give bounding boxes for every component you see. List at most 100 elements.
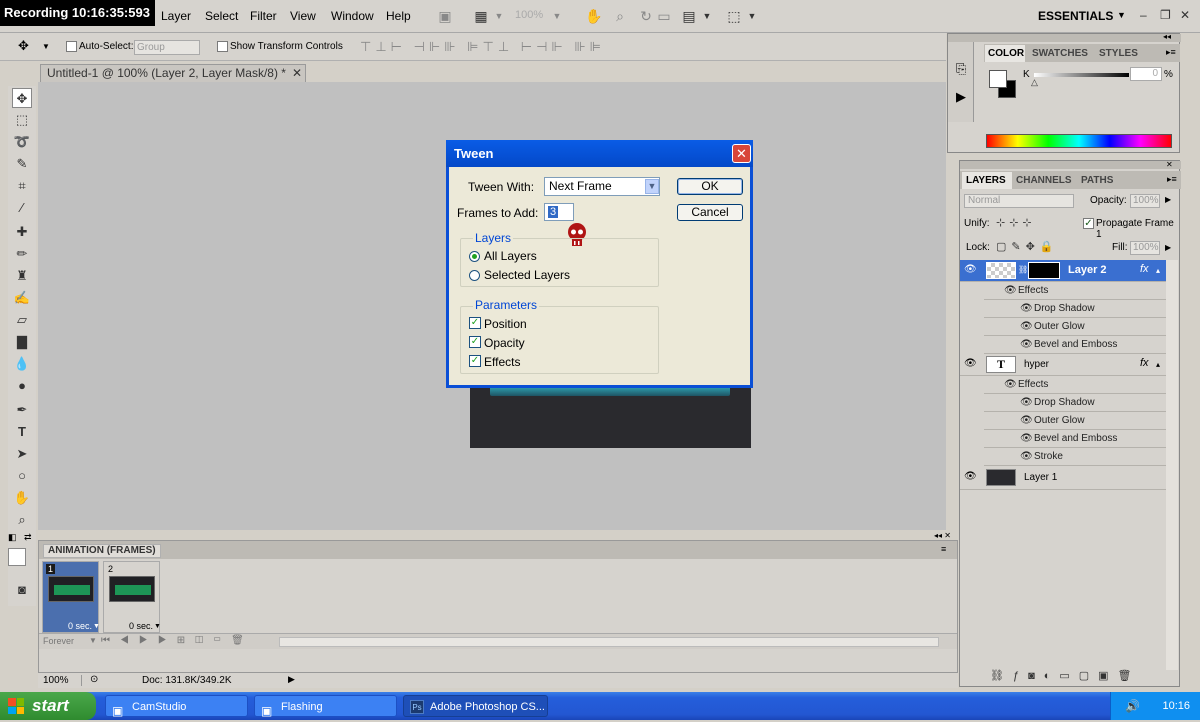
chevron-down-icon[interactable]: ▼ — [42, 42, 50, 51]
chevron-down-icon[interactable]: ▼ — [154, 623, 161, 630]
collapse-icon[interactable]: ◂◂ ✕ — [934, 531, 951, 540]
menu-help[interactable]: Help — [386, 9, 411, 23]
close-icon[interactable]: ✕ — [732, 144, 751, 163]
status-icon[interactable]: ⊙ — [90, 674, 98, 685]
move-tool-icon[interactable]: ✥ — [18, 38, 29, 54]
k-value-input[interactable]: 0 — [1130, 67, 1162, 81]
eye-icon[interactable]: 👁 — [1020, 339, 1033, 350]
playback-icons[interactable]: ⏮◀▶▶⊞◫▭🗑 — [101, 635, 254, 646]
chevron-down-icon[interactable]: ▼ — [698, 7, 716, 25]
slider-thumb-icon[interactable]: △ — [1031, 77, 1038, 88]
show-transform-checkbox[interactable] — [217, 40, 228, 52]
layer-mask-thumbnail[interactable] — [1028, 262, 1060, 279]
close-icon[interactable]: ✕ — [292, 66, 302, 80]
tween-with-select[interactable]: Next Frame ▼ — [544, 177, 660, 196]
panel-menu-icon[interactable]: ▸≡ — [1167, 174, 1177, 185]
effect-row-stroke[interactable]: 👁 Stroke — [984, 448, 1166, 466]
fx-icon[interactable]: fx — [1140, 263, 1149, 275]
selected-layers-radio[interactable] — [469, 269, 480, 281]
menu-window[interactable]: Window — [331, 9, 374, 23]
menu-layer[interactable]: Layer — [161, 9, 191, 23]
eye-icon[interactable]: 👁 — [1004, 379, 1017, 390]
marquee-tool-icon[interactable]: ⬚ — [12, 110, 32, 130]
unify-icons[interactable]: ⊹⊹⊹ — [996, 216, 1036, 229]
gradient-tool-icon[interactable]: ▇ — [12, 332, 32, 352]
position-checkbox[interactable]: ✓ — [469, 317, 481, 330]
tab-swatches[interactable]: SWATCHES — [1032, 48, 1088, 59]
workspace-switcher[interactable]: ESSENTIALS — [1038, 9, 1113, 23]
taskbar-item-photoshop[interactable]: Ps Adobe Photoshop CS... — [403, 695, 548, 717]
taskbar-item-flashing[interactable]: ▣ Flashing — [254, 695, 397, 718]
start-button[interactable]: start — [0, 692, 96, 720]
rotate-view-icon[interactable]: ↻ — [637, 7, 655, 25]
foreground-swatch[interactable] — [989, 70, 1007, 88]
healing-brush-icon[interactable]: ✚ — [12, 222, 32, 242]
loop-select[interactable]: Forever — [43, 636, 74, 646]
eyedropper-icon[interactable]: ⁄ — [12, 198, 32, 218]
ok-button[interactable]: OK — [677, 178, 743, 195]
frame-delay[interactable]: 0 sec. — [129, 621, 153, 631]
eye-icon[interactable]: 👁 — [964, 264, 977, 275]
swap-colors-icon[interactable]: ⇄ — [24, 532, 32, 543]
eye-icon[interactable]: 👁 — [1020, 303, 1033, 314]
dodge-tool-icon[interactable]: ● — [12, 376, 32, 396]
hand-tool-icon[interactable]: ✋ — [12, 488, 32, 508]
layer-row-layer2[interactable]: 👁 ⛓ Layer 2 fx ▴ — [960, 260, 1166, 282]
opacity-checkbox[interactable]: ✓ — [469, 336, 481, 349]
effect-row-bevel[interactable]: 👁 Bevel and Emboss — [984, 430, 1166, 448]
chevron-down-icon[interactable]: ▼ — [1117, 10, 1126, 20]
propagate-checkbox[interactable] — [1083, 217, 1094, 229]
foreground-color[interactable] — [8, 548, 26, 566]
tab-animation[interactable]: ANIMATION (FRAMES) — [43, 544, 161, 558]
animation-frame[interactable]: 1 0 sec. ▼ — [42, 561, 100, 633]
menu-select[interactable]: Select — [205, 9, 238, 23]
eraser-icon[interactable]: ▱ — [12, 310, 32, 330]
chevron-right-icon[interactable]: ▶ — [288, 674, 295, 685]
all-layers-radio[interactable] — [469, 250, 480, 262]
zoom-level[interactable]: 100% — [515, 9, 543, 21]
k-slider[interactable] — [1034, 73, 1129, 77]
panel-menu-icon[interactable]: ≡ — [941, 544, 946, 554]
fx-icon[interactable]: fx — [1140, 357, 1149, 369]
path-select-icon[interactable]: ➤ — [12, 444, 32, 464]
cancel-button[interactable]: Cancel — [677, 204, 743, 221]
menu-filter[interactable]: Filter — [250, 9, 277, 23]
frames-scrollbar[interactable] — [279, 637, 939, 647]
eye-icon[interactable]: 👁 — [1020, 433, 1033, 444]
frame-delay[interactable]: 0 sec. — [68, 621, 92, 631]
chevron-down-icon[interactable]: ▼ — [743, 7, 761, 25]
tab-layers[interactable]: LAYERS — [962, 172, 1012, 189]
type-tool-icon[interactable]: T — [12, 422, 32, 442]
zoom-status[interactable]: 100% — [43, 675, 82, 686]
frames-to-add-input[interactable]: 3 — [544, 203, 574, 221]
brush-tool-icon[interactable]: ✏ — [12, 244, 32, 264]
layers-scrollbar[interactable] — [1166, 260, 1178, 670]
eye-icon[interactable]: 👁 — [1020, 415, 1033, 426]
tab-channels[interactable]: CHANNELS — [1016, 175, 1072, 186]
collapse-icon[interactable]: ✕ — [1166, 160, 1173, 169]
tab-color[interactable]: COLOR — [985, 45, 1025, 62]
document-tab[interactable]: Untitled-1 @ 100% (Layer 2, Layer Mask/8… — [40, 64, 306, 82]
layer-row-hyper[interactable]: 👁 T hyper fx ▴ — [960, 354, 1166, 376]
actions-icon[interactable]: ▶ — [956, 89, 966, 105]
layer-row-layer1[interactable]: 👁 Layer 1 — [960, 466, 1166, 490]
link-icon[interactable]: ⛓ — [1018, 265, 1028, 274]
animation-frame[interactable]: 2 0 sec. ▼ — [103, 561, 161, 633]
pen-tool-icon[interactable]: ✒ — [12, 400, 32, 420]
ruler-icon[interactable]: ▭ — [655, 7, 673, 25]
quick-select-icon[interactable]: ✎ — [12, 154, 32, 174]
collapse-icon[interactable]: ◂◂ — [1163, 32, 1171, 41]
fill-input[interactable]: 100% — [1130, 241, 1160, 255]
close-icon[interactable]: ✕ — [1180, 8, 1190, 22]
history-brush-icon[interactable]: ✍ — [12, 288, 32, 308]
eye-icon[interactable]: 👁 — [964, 471, 977, 482]
effects-row[interactable]: 👁 Effects — [984, 376, 1166, 394]
clone-stamp-icon[interactable]: ♜ — [12, 266, 32, 286]
zoom-dropdown-icon[interactable]: ▼ — [548, 7, 566, 25]
arrange-documents-icon[interactable]: ▤ — [680, 7, 698, 25]
move-tool-icon[interactable]: ✥ — [12, 88, 32, 108]
eye-icon[interactable]: 👁 — [964, 358, 977, 369]
zoom-icon[interactable]: ⌕ — [611, 7, 629, 25]
blur-tool-icon[interactable]: 💧 — [12, 354, 32, 374]
effect-row-drop-shadow[interactable]: 👁 Drop Shadow — [984, 394, 1166, 412]
